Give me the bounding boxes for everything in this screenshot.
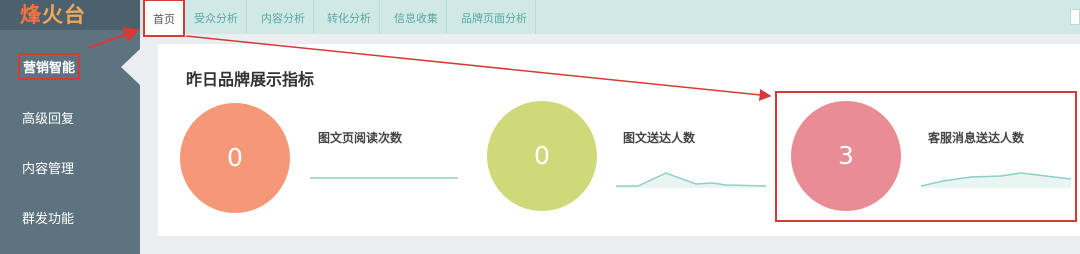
tab-audience-analysis[interactable]: 受众分析 (186, 0, 247, 34)
sidebar-item-label: 高级回复 (22, 112, 75, 127)
tab-content-analysis[interactable]: 内容分析 (253, 0, 314, 34)
tab-label: 品牌页面分析 (461, 12, 527, 25)
metric-label-article-reads: 图文页阅读次数 (318, 131, 403, 145)
metric-label-cs-message-recipients: 客服消息送达人数 (928, 131, 1025, 145)
tab-label: 信息收集 (394, 12, 438, 25)
metric-circle-cs-message-recipients: 3 (791, 101, 901, 211)
active-item-pointer (121, 49, 140, 85)
tab-home[interactable]: 首页 (143, 0, 185, 37)
sparkline-cs-message-recipients (921, 172, 1071, 188)
logo: 烽火台 (0, 0, 140, 30)
tab-label: 转化分析 (327, 12, 371, 25)
metric-circle-article-reads: 0 (180, 103, 290, 213)
tab-bar-end (1070, 9, 1080, 25)
sidebar-item-mass-send[interactable]: 群发功能 (0, 192, 140, 242)
section-title: 昨日品牌展示指标 (186, 70, 315, 89)
sidebar-item-marketing-intelligence[interactable]: 营销智能 (0, 42, 140, 92)
tab-brand-page-analysis[interactable]: 品牌页面分析 (453, 0, 536, 34)
logo-text-accent: 火台 (42, 3, 86, 27)
metric-circle-article-recipients: 0 (487, 101, 597, 211)
sidebar-item-label: 内容管理 (22, 162, 75, 177)
sparkline-article-recipients (616, 172, 766, 188)
sidebar-item-content-management[interactable]: 内容管理 (0, 142, 140, 192)
metric-value: 3 (838, 141, 854, 170)
sparkline-article-reads (310, 177, 458, 179)
sidebar: 烽火台 营销智能 高级回复 内容管理 群发功能 (0, 0, 140, 254)
metric-value: 0 (534, 141, 550, 170)
sidebar-item-label: 营销智能 (18, 53, 81, 80)
metric-value: 0 (227, 143, 243, 172)
sidebar-item-advanced-reply[interactable]: 高级回复 (0, 92, 140, 142)
tab-bar: 首页 受众分析 内容分析 转化分析 信息收集 品牌页面分析 (140, 0, 1080, 37)
metric-label-article-recipients: 图文送达人数 (623, 131, 696, 145)
tab-conversion-analysis[interactable]: 转化分析 (319, 0, 380, 34)
sidebar-item-label: 群发功能 (22, 212, 75, 227)
tab-label: 内容分析 (261, 12, 305, 25)
tab-label: 受众分析 (194, 12, 238, 25)
tab-label: 首页 (153, 13, 175, 26)
tab-info-collection[interactable]: 信息收集 (386, 0, 447, 34)
main-panel: 昨日品牌展示指标 0 图文页阅读次数 0 图文送达人数 3 客服消息送达人数 (158, 44, 1080, 236)
logo-text-main: 烽 (20, 3, 42, 27)
